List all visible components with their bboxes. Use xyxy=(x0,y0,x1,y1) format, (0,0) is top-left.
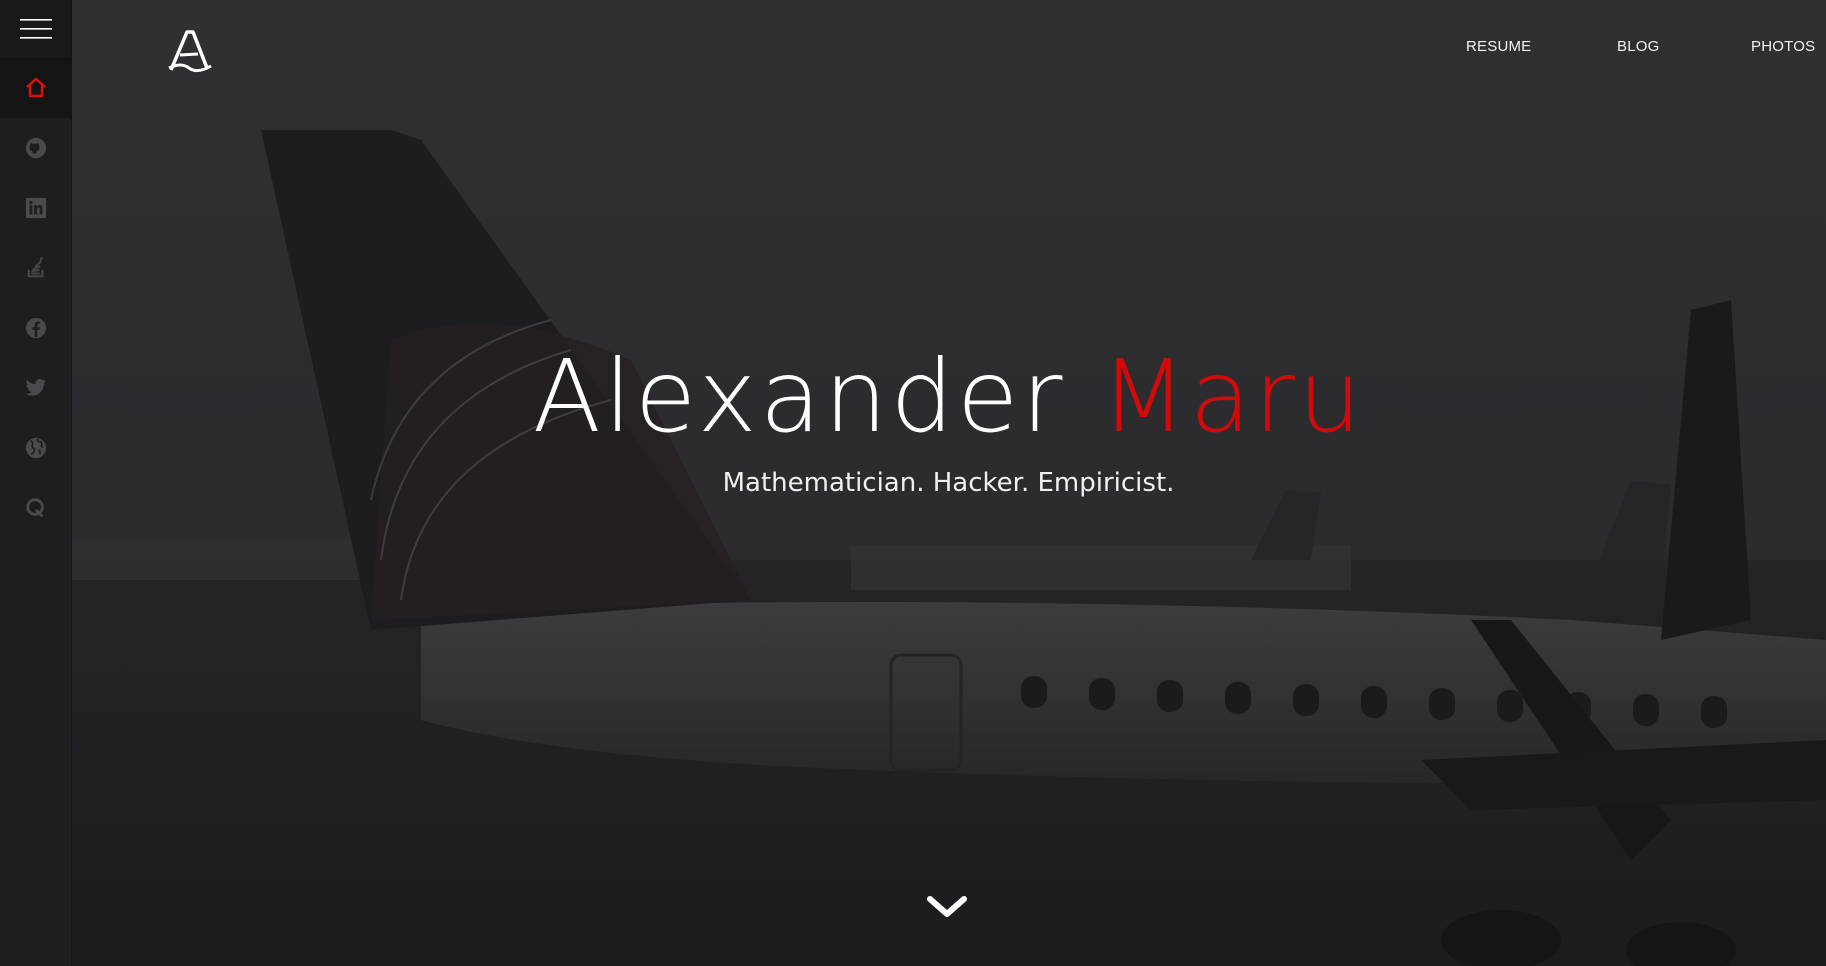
sidebar-item-facebook[interactable] xyxy=(0,298,71,358)
sidebar-item-twitter[interactable] xyxy=(0,358,71,418)
twitter-icon xyxy=(24,379,46,396)
top-nav: RESUME BLOG PHOTOS xyxy=(1126,38,1826,62)
page: RESUME BLOG PHOTOS Alexander Maru Mathem… xyxy=(0,0,1826,966)
chevron-down-icon[interactable] xyxy=(925,892,969,922)
nav-link-photos[interactable]: PHOTOS xyxy=(1751,38,1815,55)
hamburger-menu-icon xyxy=(19,19,52,39)
sidebar-item-quora[interactable] xyxy=(0,478,71,538)
quora-icon xyxy=(25,498,44,518)
globe-icon xyxy=(25,437,46,459)
logo-a-icon[interactable] xyxy=(167,28,213,74)
nav-link-resume[interactable]: RESUME xyxy=(1466,38,1531,55)
sidebar-item-globe[interactable] xyxy=(0,418,71,478)
sidebar-item-stackoverflow[interactable] xyxy=(0,238,71,298)
sidebar-item-linkedin[interactable] xyxy=(0,178,71,238)
hero-tagline: Mathematician. Hacker. Empiricist. xyxy=(722,468,1175,498)
sidebar xyxy=(0,0,72,966)
hero-name: Alexander Maru xyxy=(71,342,1826,452)
linkedin-icon xyxy=(25,197,46,219)
github-icon xyxy=(25,137,46,159)
menu-button[interactable] xyxy=(0,0,71,58)
hero-last-name: Maru xyxy=(1100,338,1365,455)
home-icon xyxy=(25,77,46,98)
sidebar-item-home[interactable] xyxy=(0,58,71,118)
facebook-icon xyxy=(25,317,46,339)
sidebar-item-github[interactable] xyxy=(0,118,71,178)
hero-first-name: Alexander xyxy=(532,338,1066,455)
stackoverflow-icon xyxy=(27,257,43,278)
nav-link-blog[interactable]: BLOG xyxy=(1617,38,1659,55)
hero-section: RESUME BLOG PHOTOS Alexander Maru Mathem… xyxy=(71,0,1826,966)
